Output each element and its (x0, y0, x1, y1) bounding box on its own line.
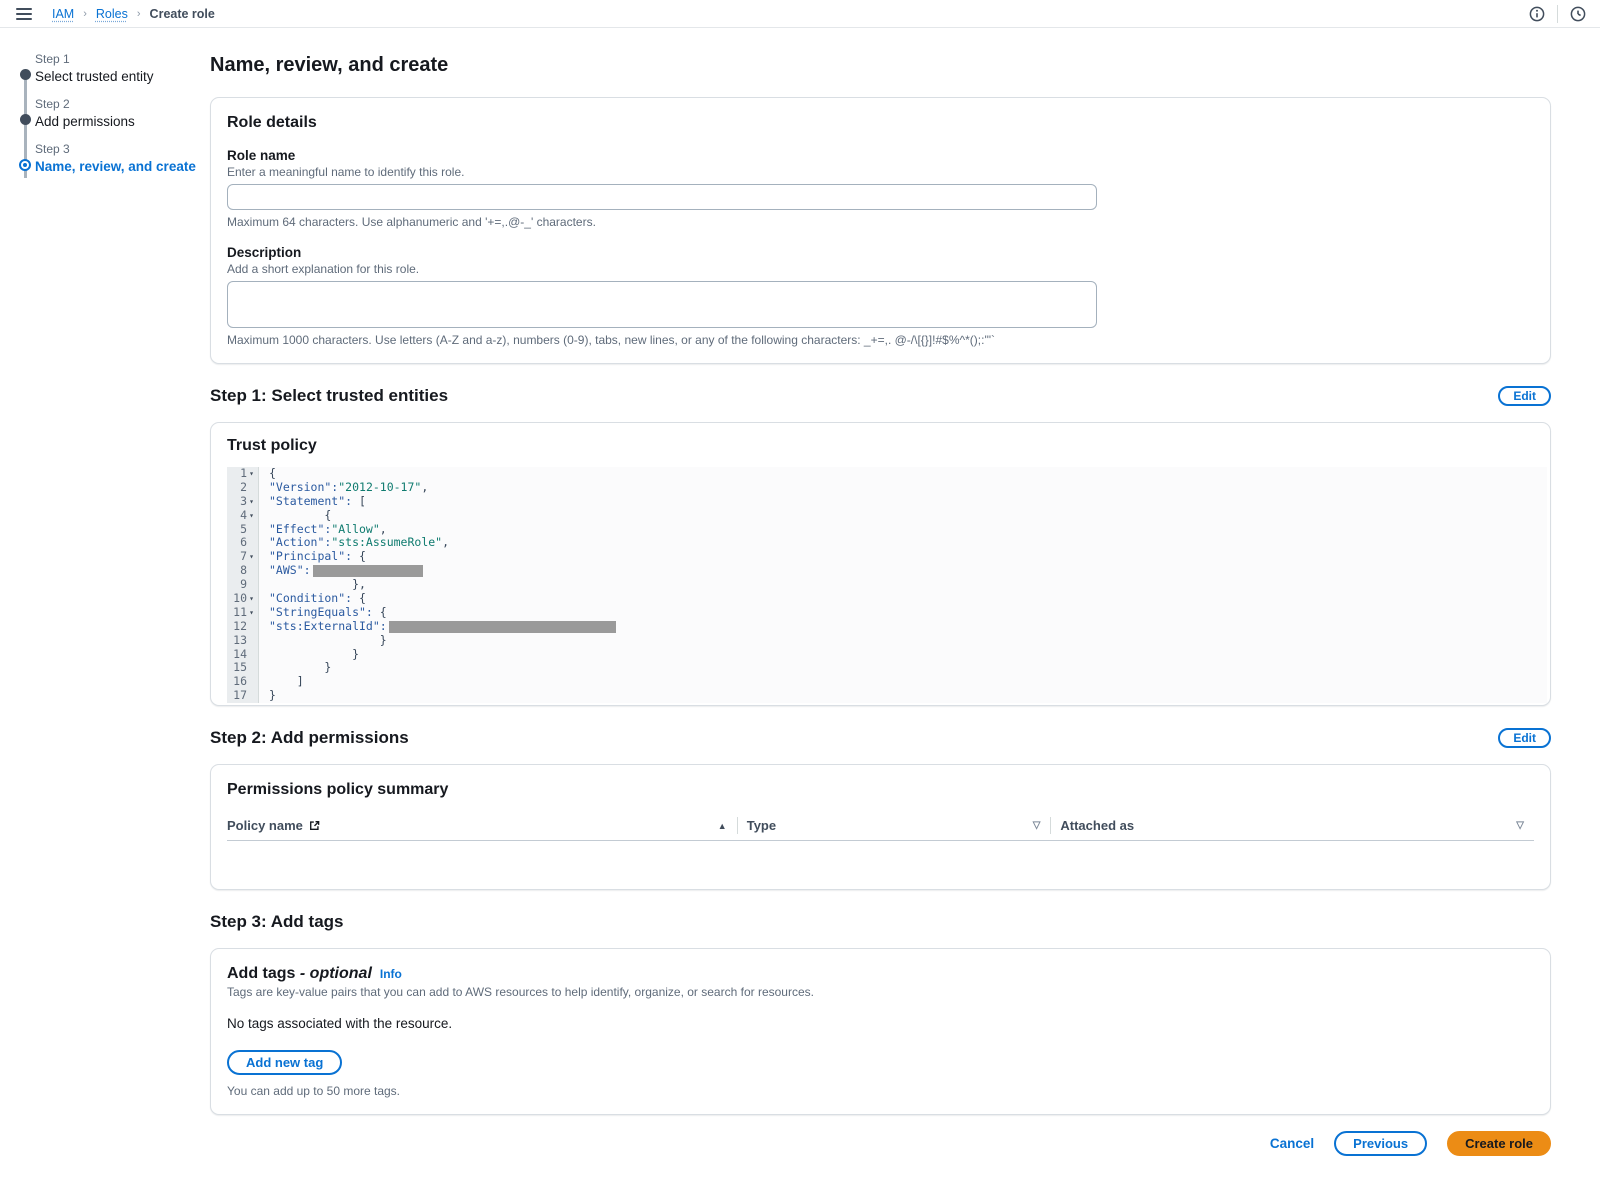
clock-icon[interactable] (1570, 6, 1586, 22)
fold-toggle-icon[interactable]: ▾ (247, 509, 256, 523)
line-number: 17 (227, 689, 259, 703)
cancel-button[interactable]: Cancel (1270, 1136, 1314, 1151)
redacted-value (389, 621, 616, 633)
step-number: Step 3 (35, 142, 210, 156)
line-number: 12 (227, 620, 259, 634)
line-number: 10▾ (227, 592, 259, 606)
fold-toggle-icon[interactable]: ▾ (247, 606, 256, 620)
info-icon[interactable] (1529, 6, 1545, 22)
trust-policy-title: Trust policy (227, 437, 1547, 455)
hamburger-menu-icon[interactable] (14, 6, 34, 22)
add-tags-title: Add tags - optional (227, 965, 372, 983)
step-completed-icon (20, 69, 31, 80)
role-name-constraint: Maximum 64 characters. Use alphanumeric … (227, 215, 1534, 229)
add-new-tag-button[interactable]: Add new tag (227, 1050, 342, 1075)
step-item-add-permissions[interactable]: Step 2 Add permissions (20, 97, 210, 129)
line-number: 16 (227, 675, 259, 689)
line-number: 7▾ (227, 550, 259, 564)
column-label: Policy name (227, 818, 303, 833)
description-help: Add a short explanation for this role. (227, 262, 1534, 276)
column-header-attached-as[interactable]: Attached as ▽ (1050, 813, 1534, 840)
breadcrumb-link-roles[interactable]: Roles (96, 7, 128, 21)
steps-navigation: Step 1 Select trusted entity Step 2 Add … (0, 28, 210, 1200)
step-item-name-review-create[interactable]: Step 3 Name, review, and create (20, 142, 210, 174)
breadcrumb: IAM › Roles › Create role (52, 7, 215, 21)
step-number: Step 1 (35, 52, 210, 66)
role-name-label: Role name (227, 148, 1534, 163)
line-number: 9 (227, 578, 259, 592)
step-item-select-trusted-entity[interactable]: Step 1 Select trusted entity (20, 52, 210, 84)
add-tags-card: Add tags - optional Info Tags are key-va… (210, 948, 1551, 1115)
sort-ascending-icon[interactable]: ▲ (718, 821, 727, 831)
redacted-value (313, 565, 423, 577)
column-label: Attached as (1060, 818, 1134, 833)
description-constraint: Maximum 1000 characters. Use letters (A-… (227, 333, 1534, 347)
fold-toggle-icon[interactable]: ▾ (247, 592, 256, 606)
description-label: Description (227, 245, 1534, 260)
permissions-policy-title: Permissions policy summary (227, 781, 1534, 799)
chevron-right-icon: › (83, 8, 87, 20)
fold-toggle-icon[interactable]: ▾ (247, 550, 256, 564)
page-title: Name, review, and create (210, 54, 1551, 77)
line-number: 2 (227, 481, 259, 495)
chevron-right-icon: › (137, 8, 141, 20)
edit-trusted-entities-button[interactable]: Edit (1498, 386, 1551, 406)
breadcrumb-current: Create role (150, 7, 215, 21)
step-active-icon (19, 159, 31, 171)
permissions-policy-card: Permissions policy summary Policy name ▲… (210, 764, 1551, 890)
no-tags-message: No tags associated with the resource. (227, 1016, 1534, 1031)
column-header-policy-name[interactable]: Policy name ▲ (227, 813, 737, 840)
line-number: 4▾ (227, 509, 259, 523)
fold-toggle-icon[interactable]: ▾ (247, 495, 256, 509)
column-label: Type (747, 818, 776, 833)
line-number: 1▾ (227, 467, 259, 481)
breadcrumb-link-iam[interactable]: IAM (52, 7, 74, 21)
filter-icon[interactable]: ▽ (1033, 820, 1041, 831)
role-details-card: Role details Role name Enter a meaningfu… (210, 97, 1551, 364)
edit-permissions-button[interactable]: Edit (1498, 728, 1551, 748)
filter-icon[interactable]: ▽ (1516, 820, 1524, 831)
tags-limit-message: You can add up to 50 more tags. (227, 1084, 1534, 1098)
step1-heading: Step 1: Select trusted entities (210, 386, 448, 406)
tags-description: Tags are key-value pairs that you can ad… (227, 985, 1534, 999)
form-actions: Cancel Previous Create role (210, 1131, 1551, 1156)
step-number: Step 2 (35, 97, 210, 111)
step-completed-icon (20, 114, 31, 125)
line-number: 14 (227, 648, 259, 662)
step2-heading: Step 2: Add permissions (210, 728, 409, 748)
line-number: 5 (227, 523, 259, 537)
line-number: 6 (227, 536, 259, 550)
role-name-input[interactable] (227, 184, 1097, 210)
line-number: 11▾ (227, 606, 259, 620)
divider (1557, 5, 1558, 23)
previous-button[interactable]: Previous (1334, 1131, 1427, 1156)
optional-label: - optional (300, 965, 372, 982)
role-details-title: Role details (227, 114, 1534, 132)
create-role-button[interactable]: Create role (1447, 1131, 1551, 1156)
line-number: 3▾ (227, 495, 259, 509)
step-label: Name, review, and create (35, 159, 210, 174)
step-label: Select trusted entity (35, 69, 210, 84)
permissions-table-body (227, 841, 1534, 873)
info-link[interactable]: Info (380, 967, 402, 981)
description-input[interactable] (227, 281, 1097, 328)
fold-toggle-icon[interactable]: ▾ (247, 467, 256, 481)
line-number: 13 (227, 634, 259, 648)
trust-policy-card: Trust policy 1▾{2 "Version": "2012-10-17… (210, 422, 1551, 706)
step-label: Add permissions (35, 114, 210, 129)
line-number: 15 (227, 661, 259, 675)
top-navigation-bar: IAM › Roles › Create role (0, 0, 1600, 28)
role-name-help: Enter a meaningful name to identify this… (227, 165, 1534, 179)
line-number: 8 (227, 564, 259, 578)
external-link-icon (309, 820, 320, 831)
permissions-table-header: Policy name ▲ Type ▽ Attached as ▽ (227, 813, 1534, 841)
column-header-type[interactable]: Type ▽ (737, 813, 1051, 840)
step3-heading: Step 3: Add tags (210, 912, 344, 932)
trust-policy-editor[interactable]: 1▾{2 "Version": "2012-10-17",3▾ "Stateme… (227, 467, 1547, 703)
